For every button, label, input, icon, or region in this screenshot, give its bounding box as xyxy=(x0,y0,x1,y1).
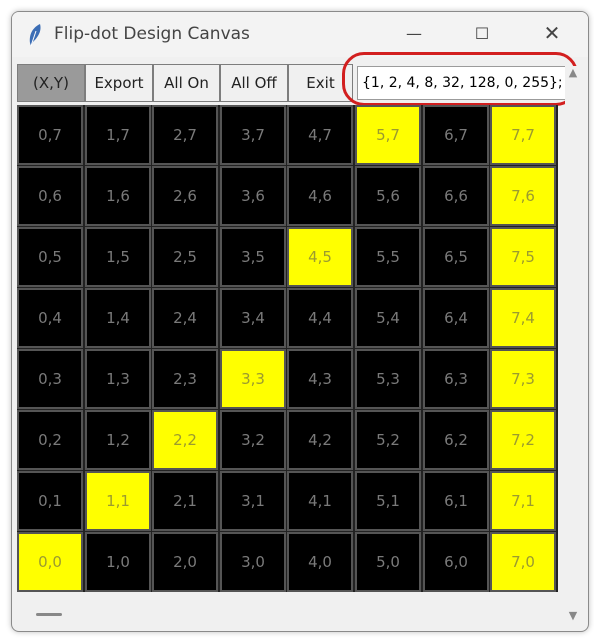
app-window: Flip-dot Design Canvas — ☐ ✕ (X,Y) Expor… xyxy=(11,11,589,632)
dot-cell[interactable]: 5,7 xyxy=(355,105,421,165)
dot-cell[interactable]: 4,2 xyxy=(287,410,353,470)
dot-cell[interactable]: 3,5 xyxy=(220,227,286,287)
dot-cell[interactable]: 5,0 xyxy=(355,532,421,592)
dot-cell[interactable]: 1,1 xyxy=(85,471,151,531)
dot-cell[interactable]: 6,6 xyxy=(423,166,489,226)
dot-cell[interactable]: 0,7 xyxy=(17,105,83,165)
dot-cell[interactable]: 3,1 xyxy=(220,471,286,531)
horizontal-scroll-thumb[interactable] xyxy=(36,613,62,616)
dot-cell[interactable]: 4,5 xyxy=(287,227,353,287)
vertical-scrollbar[interactable] xyxy=(565,66,581,619)
dot-cell[interactable]: 4,7 xyxy=(287,105,353,165)
dot-cell[interactable]: 3,7 xyxy=(220,105,286,165)
dot-cell[interactable]: 2,5 xyxy=(152,227,218,287)
highlight-ring xyxy=(342,52,578,106)
dot-cell[interactable]: 2,7 xyxy=(152,105,218,165)
dot-cell[interactable]: 5,4 xyxy=(355,288,421,348)
scroll-up-icon[interactable]: ▲ xyxy=(565,66,581,82)
dot-cell[interactable]: 5,3 xyxy=(355,349,421,409)
dot-cell[interactable]: 0,4 xyxy=(17,288,83,348)
dot-cell[interactable]: 2,2 xyxy=(152,410,218,470)
dot-cell[interactable]: 1,6 xyxy=(85,166,151,226)
dot-cell[interactable]: 7,3 xyxy=(490,349,556,409)
dot-cell[interactable]: 2,0 xyxy=(152,532,218,592)
dot-cell[interactable]: 0,5 xyxy=(17,227,83,287)
dot-cell[interactable]: 4,6 xyxy=(287,166,353,226)
close-button[interactable]: ✕ xyxy=(540,21,564,45)
dot-cell[interactable]: 5,6 xyxy=(355,166,421,226)
export-button[interactable]: Export xyxy=(85,64,153,102)
dot-cell[interactable]: 4,0 xyxy=(287,532,353,592)
dot-cell[interactable]: 0,3 xyxy=(17,349,83,409)
dot-cell[interactable]: 5,5 xyxy=(355,227,421,287)
dot-cell[interactable]: 7,0 xyxy=(490,532,556,592)
dot-cell[interactable]: 5,2 xyxy=(355,410,421,470)
dot-cell[interactable]: 3,2 xyxy=(220,410,286,470)
dot-cell[interactable]: 0,2 xyxy=(17,410,83,470)
dot-cell[interactable]: 2,3 xyxy=(152,349,218,409)
title-bar: Flip-dot Design Canvas — ☐ ✕ xyxy=(12,12,588,57)
dot-cell[interactable]: 4,3 xyxy=(287,349,353,409)
minimize-button[interactable]: — xyxy=(402,24,426,44)
dot-cell[interactable]: 4,1 xyxy=(287,471,353,531)
dot-cell[interactable]: 3,0 xyxy=(220,532,286,592)
scroll-down-icon[interactable]: ▼ xyxy=(565,609,581,625)
dot-cell[interactable]: 6,2 xyxy=(423,410,489,470)
dot-cell[interactable]: 7,6 xyxy=(490,166,556,226)
dot-cell[interactable]: 7,7 xyxy=(490,105,556,165)
all-on-button[interactable]: All On xyxy=(153,64,220,102)
dot-cell[interactable]: 3,4 xyxy=(220,288,286,348)
feather-icon xyxy=(29,24,41,47)
dot-cell[interactable]: 1,3 xyxy=(85,349,151,409)
dot-cell[interactable]: 1,5 xyxy=(85,227,151,287)
dot-cell[interactable]: 0,0 xyxy=(17,532,83,592)
dot-cell[interactable]: 6,4 xyxy=(423,288,489,348)
dot-cell[interactable]: 0,6 xyxy=(17,166,83,226)
dot-cell[interactable]: 3,3 xyxy=(220,349,286,409)
dot-cell[interactable]: 6,0 xyxy=(423,532,489,592)
dot-cell[interactable]: 6,3 xyxy=(423,349,489,409)
dot-cell[interactable]: 2,6 xyxy=(152,166,218,226)
all-off-button[interactable]: All Off xyxy=(220,64,288,102)
dot-cell[interactable]: 5,1 xyxy=(355,471,421,531)
dot-cell[interactable]: 7,4 xyxy=(490,288,556,348)
dot-cell[interactable]: 2,1 xyxy=(152,471,218,531)
dot-cell[interactable]: 7,1 xyxy=(490,471,556,531)
dot-cell[interactable]: 1,4 xyxy=(85,288,151,348)
dot-cell[interactable]: 6,7 xyxy=(423,105,489,165)
dot-cell[interactable]: 3,6 xyxy=(220,166,286,226)
dot-cell[interactable]: 2,4 xyxy=(152,288,218,348)
dot-cell[interactable]: 0,1 xyxy=(17,471,83,531)
dot-grid: 0,7 1,7 2,7 3,7 4,7 5,7 6,7 7,7 0,6 1,6 2,6 3,6 4,6 5… xyxy=(17,105,558,592)
dot-cell[interactable]: 1,0 xyxy=(85,532,151,592)
window-title: Flip-dot Design Canvas xyxy=(54,24,250,44)
coord-button[interactable]: (X,Y) xyxy=(17,64,85,102)
maximize-button[interactable]: ☐ xyxy=(470,24,494,44)
dot-cell[interactable]: 1,2 xyxy=(85,410,151,470)
dot-cell[interactable]: 7,5 xyxy=(490,227,556,287)
dot-cell[interactable]: 4,4 xyxy=(287,288,353,348)
dot-cell[interactable]: 6,1 xyxy=(423,471,489,531)
dot-cell[interactable]: 7,2 xyxy=(490,410,556,470)
dot-cell[interactable]: 6,5 xyxy=(423,227,489,287)
dot-cell[interactable]: 1,7 xyxy=(85,105,151,165)
